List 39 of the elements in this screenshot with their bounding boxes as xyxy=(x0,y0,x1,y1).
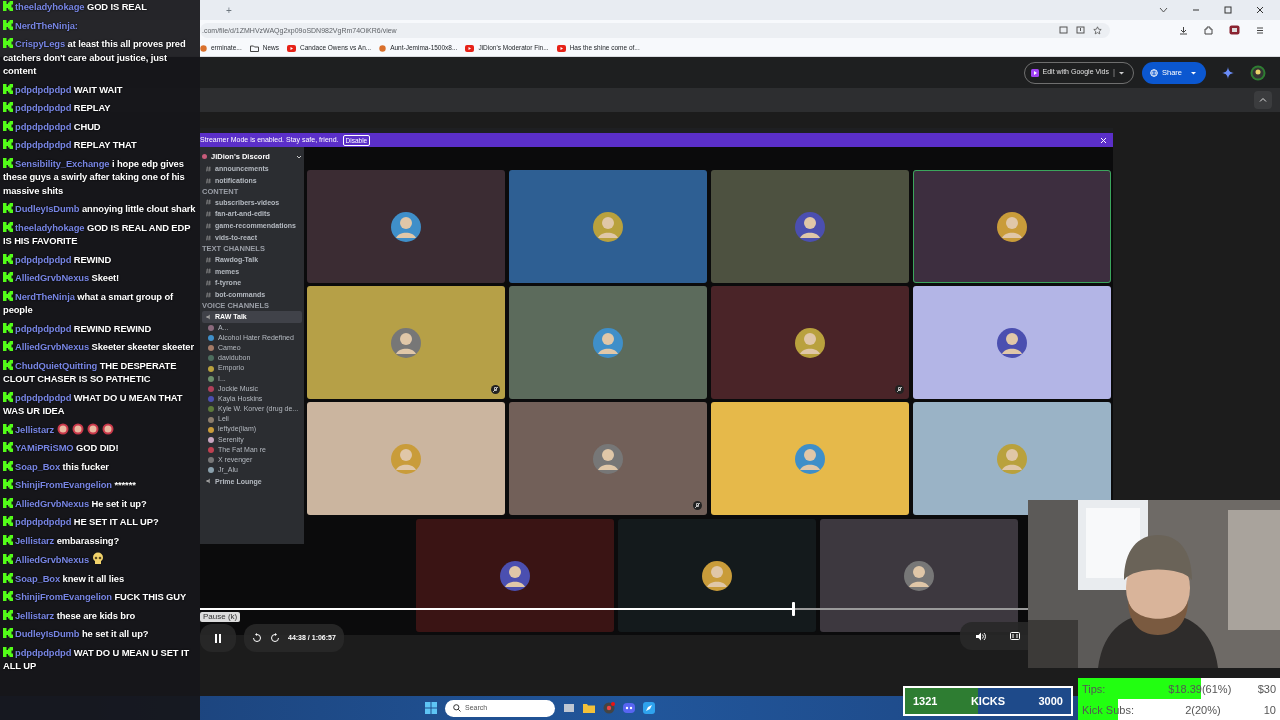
chat-message: pdpdpdpdpd CHUD xyxy=(3,119,197,133)
chat-message: DudleyIsDumb he set it all up? xyxy=(3,627,197,641)
chat-message: Jellistarz xyxy=(3,422,197,436)
chat-message: Soap_Box knew it all lies xyxy=(3,571,197,585)
chat-message: ShinjiFromEvangelion ****** xyxy=(3,478,197,492)
chat-message: theeladyhokage GOD IS REAL AND EDP IS HIS FAVORITE xyxy=(3,220,192,248)
chat-message: AlliedGrvbNexus He set it up? xyxy=(3,496,197,510)
chat-message: pdpdpdpdpd HE SET IT ALL UP? xyxy=(3,515,197,529)
goal-target: 3000 xyxy=(1038,695,1063,707)
chat-message: pdpdpdpdpd REWIND xyxy=(3,252,197,266)
chat-message: AlliedGrvbNexus Skeeter skeeter skeeter xyxy=(3,340,197,354)
chat-message: pdpdpdpdpd WAIT WAIT xyxy=(3,82,197,96)
chat-message: NerdTheNinja: xyxy=(3,18,197,32)
chat-message: ShinjiFromEvangelion FUCK THIS GUY xyxy=(3,590,197,604)
chat-message: DudleyIsDumb annoying little clout shark xyxy=(3,202,197,216)
new-tab-button[interactable]: + xyxy=(226,2,232,18)
chat-message: AlliedGrvbNexus xyxy=(3,552,197,567)
chat-message: YAMiPRiSMO GOD DID! xyxy=(3,441,197,455)
chat-message: Sensibility_Exchange i hope edp gives these guys a swirly after taking one of his massive shits xyxy=(3,156,186,197)
goal-label: KICKS xyxy=(970,695,1006,707)
chat-message: pdpdpdpdpd WHAT DO U MEAN THAT WAS UR IDEA xyxy=(3,390,184,418)
stat-target: 10 xyxy=(1263,703,1276,716)
chat-message: theeladyhokage GOD IS REAL xyxy=(3,0,197,14)
chat-message: Jellistarz embarassing? xyxy=(3,533,197,547)
chat-message: ChudQuietQuitting THE DESPERATE CLOUT CHASER IS SO PATHETIC xyxy=(3,358,178,386)
stat-value: 2(20%) xyxy=(1184,703,1222,716)
pause-tooltip: Pause (k) xyxy=(200,612,241,622)
stat-target: $30 xyxy=(1257,682,1276,695)
chat-message: pdpdpdpdpd REPLAY xyxy=(3,101,197,115)
stat-label: Tips: xyxy=(1082,682,1107,695)
chat-message: pdpdpdpdpd REWIND REWIND xyxy=(3,321,197,335)
chat-message: Soap_Box this fucker xyxy=(3,459,197,473)
goal-current: 1321 xyxy=(913,695,938,707)
chat-message: AlliedGrvbNexus Skeet! xyxy=(3,271,197,285)
chat-message: pdpdpdpdpd REPLAY THAT xyxy=(3,138,197,152)
chat-message: pdpdpdpdpd WAT DO U MEAN U SET IT ALL UP xyxy=(3,645,191,673)
chat-message: CrispyLegs at least this all proves pred catchers don't care about justice, just content xyxy=(3,37,187,78)
chat-message: NerdTheNinja what a smart group of people xyxy=(3,289,175,317)
chat-message: Jellistarz these are kids bro xyxy=(3,608,197,622)
